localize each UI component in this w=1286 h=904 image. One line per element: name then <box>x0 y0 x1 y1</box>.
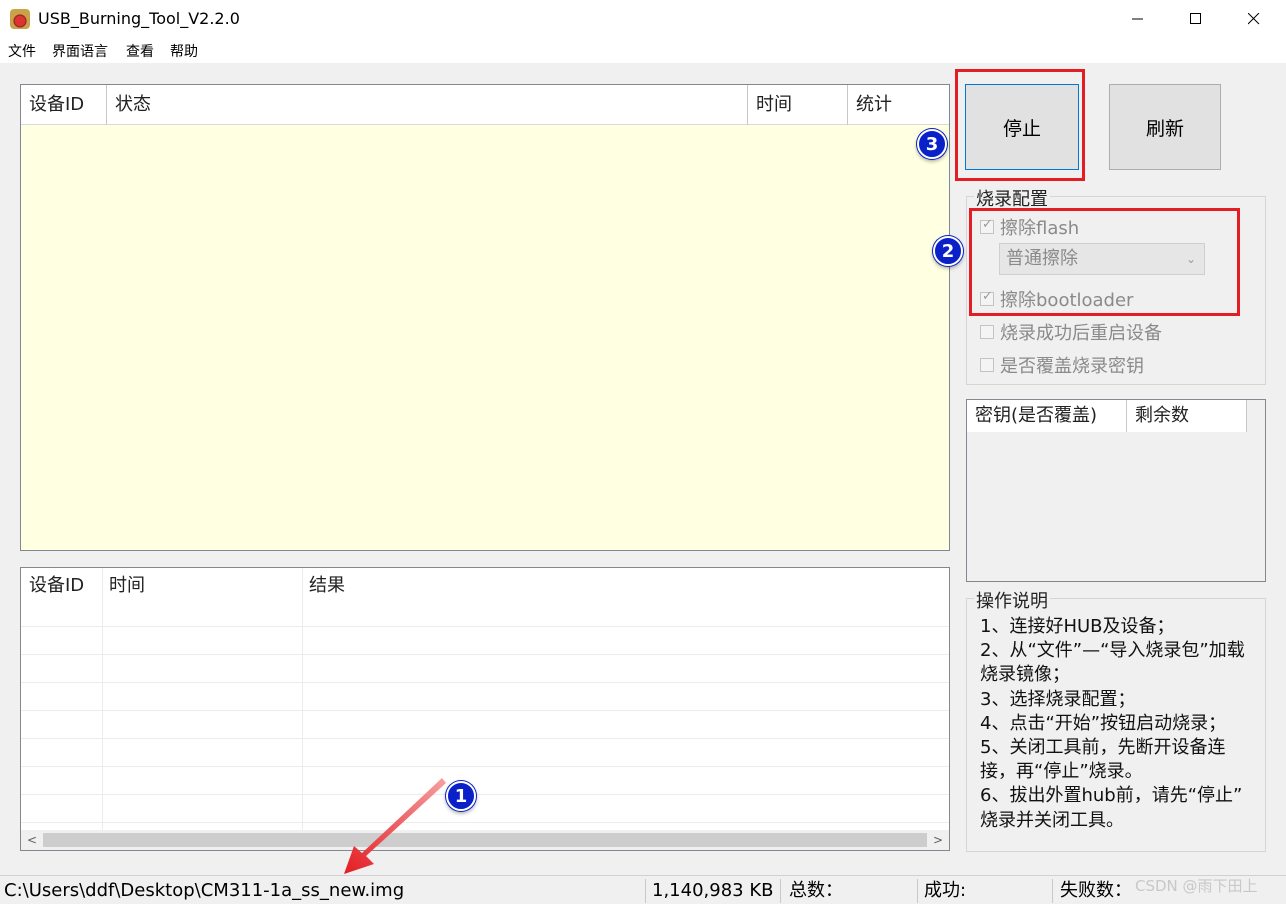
column-time[interactable]: 时间 <box>748 85 848 125</box>
status-fail: 失败数： <box>1060 880 1132 901</box>
instruction-line: 2、从“文件”—“导入烧录包”加载 <box>980 640 1245 662</box>
table-row <box>21 654 949 682</box>
menu-bar: 文件 界面语言 查看 帮助 <box>0 38 1286 63</box>
scroll-thumb[interactable] <box>43 833 927 847</box>
menu-view[interactable]: 查看 <box>126 41 154 61</box>
close-icon <box>1248 13 1260 25</box>
reboot-after-checkbox[interactable]: 烧录成功后重启设备 <box>980 319 1162 345</box>
status-separator <box>1052 879 1053 903</box>
annotation-badge-3: 3 <box>917 129 947 159</box>
checkbox-icon <box>980 325 994 339</box>
key-list-header: 密钥(是否覆盖) 剩余数 <box>967 400 1247 432</box>
instruction-line: 接，再“停止”烧录。 <box>980 761 1143 783</box>
table-row <box>21 766 949 794</box>
instruction-line: 6、拔出外置hub前，请先“停止” <box>980 785 1243 807</box>
column-status[interactable]: 状态 <box>107 85 748 125</box>
overwrite-key-label: 是否覆盖烧录密钥 <box>1000 356 1144 377</box>
column-remaining[interactable]: 剩余数 <box>1127 400 1247 432</box>
annotation-badge-2: 2 <box>933 236 963 266</box>
status-separator <box>780 879 781 903</box>
column-result[interactable]: 结果 <box>301 568 941 604</box>
table-row <box>21 626 949 654</box>
status-image-path: C:\Users\ddf\Desktop\CM311-1a_ss_new.img <box>4 880 405 901</box>
annotation-box-3 <box>955 69 1085 181</box>
status-file-size: 1,140,983 KB <box>652 880 774 901</box>
table-row <box>21 738 949 766</box>
key-list[interactable]: 密钥(是否覆盖) 剩余数 <box>966 399 1266 582</box>
table-row <box>21 682 949 710</box>
instructions-text: 1、连接好HUB及设备； 2、从“文件”—“导入烧录包”加载 烧录镜像； 3、选… <box>980 615 1270 833</box>
window-title: USB_Burning_Tool_V2.2.0 <box>38 9 240 28</box>
table-row <box>21 710 949 738</box>
column-key[interactable]: 密钥(是否覆盖) <box>967 400 1127 432</box>
checkbox-icon <box>980 358 994 372</box>
instruction-line: 1、连接好HUB及设备； <box>980 616 1175 637</box>
instruction-line: 4、点击“开始”按钮启动烧录； <box>980 712 1227 734</box>
instructions-title: 操作说明 <box>974 587 1050 613</box>
minimize-icon <box>1132 18 1143 20</box>
table-row <box>21 794 949 822</box>
status-bar: C:\Users\ddf\Desktop\CM311-1a_ss_new.img… <box>0 875 1286 904</box>
menu-language[interactable]: 界面语言 <box>52 41 108 61</box>
watermark: CSDN @雨下田上 <box>1135 877 1258 895</box>
maximize-icon <box>1190 13 1201 24</box>
instruction-line: 烧录并关闭工具。 <box>980 809 1124 831</box>
column-time[interactable]: 时间 <box>101 568 301 604</box>
menu-help[interactable]: 帮助 <box>170 41 198 61</box>
status-total: 总数： <box>789 880 843 901</box>
status-success: 成功: <box>924 880 967 901</box>
result-list[interactable]: 设备ID 时间 结果 < > <box>20 567 950 851</box>
column-device-id[interactable]: 设备ID <box>21 568 103 604</box>
overwrite-key-checkbox[interactable]: 是否覆盖烧录密钥 <box>980 352 1144 378</box>
instruction-line: 3、选择烧录配置； <box>980 688 1136 710</box>
column-device-id[interactable]: 设备ID <box>21 85 107 125</box>
column-stats[interactable]: 统计 <box>848 85 949 125</box>
annotation-box-2 <box>969 208 1240 316</box>
horizontal-scrollbar[interactable]: < > <box>21 830 949 850</box>
menu-file[interactable]: 文件 <box>8 41 36 61</box>
refresh-button[interactable]: 刷新 <box>1109 84 1221 170</box>
scroll-left-icon[interactable]: < <box>23 830 41 850</box>
device-list-header: 设备ID 状态 时间 统计 <box>21 85 949 125</box>
device-list[interactable]: 设备ID 状态 时间 统计 <box>20 84 950 551</box>
title-bar: USB_Burning_Tool_V2.2.0 <box>0 0 1286 38</box>
annotation-arrow-icon <box>344 778 446 874</box>
result-list-header: 设备ID 时间 结果 <box>21 568 949 604</box>
scroll-right-icon[interactable]: > <box>929 830 947 850</box>
status-separator <box>645 879 646 903</box>
status-separator <box>917 879 918 903</box>
close-button[interactable] <box>1225 0 1283 38</box>
reboot-after-label: 烧录成功后重启设备 <box>1000 323 1162 344</box>
instruction-line: 烧录镜像； <box>980 664 1070 686</box>
maximize-button[interactable] <box>1167 0 1225 38</box>
instruction-line: 5、关闭工具前，先断开设备连 <box>980 737 1226 759</box>
minimize-button[interactable] <box>1109 0 1167 38</box>
app-icon <box>10 9 30 29</box>
